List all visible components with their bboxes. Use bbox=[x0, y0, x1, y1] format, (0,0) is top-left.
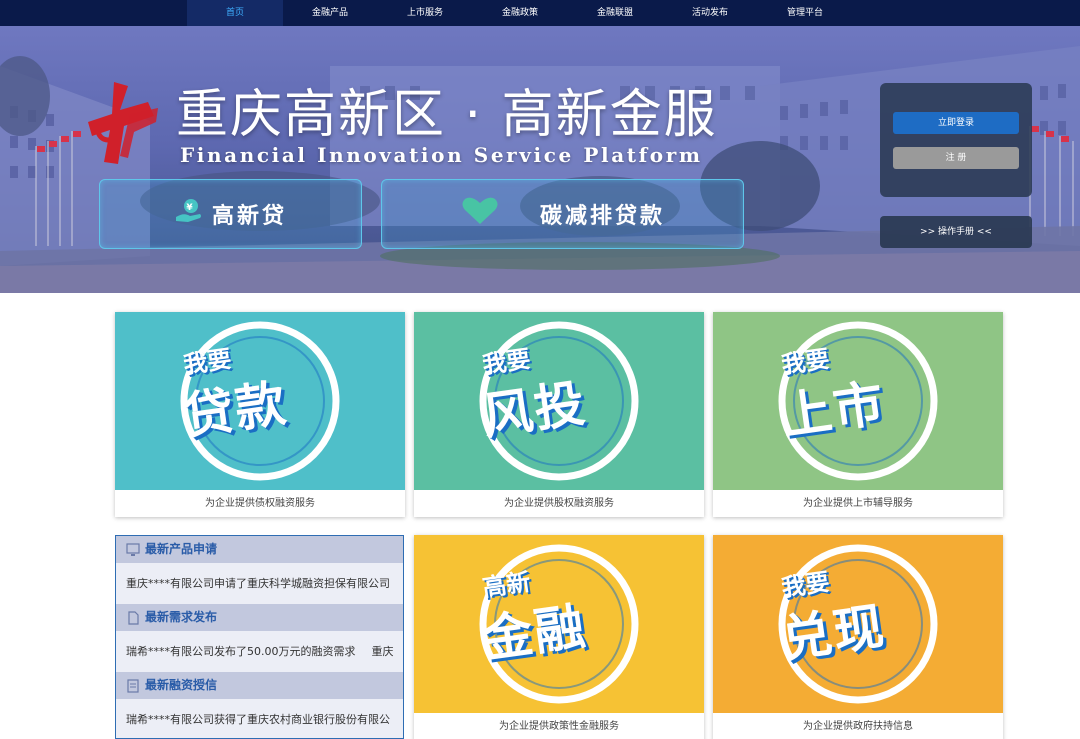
news-row-credit[interactable]: 瑞希****有限公司获得了重庆农村商业银行股份有限公 bbox=[116, 699, 403, 739]
card-cashout[interactable]: 我要 兑现 为企业提供政府扶持信息 bbox=[713, 535, 1003, 739]
card-loan-main: 贷款 bbox=[180, 374, 292, 446]
page: 首页 金融产品 上市服务 金融政策 金融联盟 活动发布 管理平台 重庆高新区 ·… bbox=[0, 0, 1080, 739]
card-finance[interactable]: 高新 金融 为企业提供政策性金融服务 bbox=[414, 535, 704, 739]
card-venture[interactable]: 我要 风投 为企业提供股权融资服务 bbox=[414, 312, 704, 517]
news-title-demands: 最新需求发布 bbox=[145, 610, 218, 624]
document-icon bbox=[126, 610, 140, 629]
news-row-demands[interactable]: 瑞希****有限公司发布了50.00万元的融资需求 重庆 bbox=[116, 631, 403, 672]
top-nav: 首页 金融产品 上市服务 金融政策 金融联盟 活动发布 管理平台 bbox=[0, 0, 1080, 26]
card-venture-art: 我要 风投 bbox=[414, 312, 704, 490]
news-head-products: 最新产品申请 bbox=[116, 536, 403, 563]
news-row-products[interactable]: 重庆****有限公司申请了重庆科学城融资担保有限公司 bbox=[116, 563, 403, 604]
card-cashout-caption: 为企业提供政府扶持信息 bbox=[803, 721, 913, 732]
card-loan[interactable]: 我要 贷款 为企业提供债权融资服务 bbox=[115, 312, 405, 517]
nav-item-products[interactable]: 金融产品 bbox=[282, 0, 378, 26]
news-tail-demands: 重庆 bbox=[371, 645, 394, 658]
nav-item-admin[interactable]: 管理平台 bbox=[757, 0, 853, 26]
login-button[interactable]: 立即登录 bbox=[893, 112, 1019, 134]
card-cashout-art: 我要 兑现 bbox=[713, 535, 1003, 713]
loan-banner-label: 高新贷 bbox=[211, 204, 287, 229]
card-listing-caption: 为企业提供上市辅导服务 bbox=[803, 498, 913, 509]
card-loan-art: 我要 贷款 bbox=[115, 312, 405, 490]
news-head-demands: 最新需求发布 bbox=[116, 604, 403, 631]
card-finance-main: 金融 bbox=[479, 597, 591, 669]
hand-coin-icon: ¥ bbox=[174, 198, 204, 230]
card-listing[interactable]: 我要 上市 为企业提供上市辅导服务 bbox=[713, 312, 1003, 517]
card-listing-art: 我要 上市 bbox=[713, 312, 1003, 490]
loan-banner-button[interactable]: ¥ 高新贷 bbox=[99, 179, 362, 249]
card-venture-caption: 为企业提供股权融资服务 bbox=[504, 498, 614, 509]
news-head-credit: 最新融资授信 bbox=[116, 672, 403, 699]
nav-item-alliance[interactable]: 金融联盟 bbox=[567, 0, 663, 26]
login-panel: 立即登录 注 册 bbox=[880, 83, 1032, 197]
manual-button[interactable]: >> 操作手册 << bbox=[880, 216, 1032, 248]
register-button[interactable]: 注 册 bbox=[893, 147, 1019, 169]
nav-item-home[interactable]: 首页 bbox=[187, 0, 283, 26]
news-text-credit: 瑞希****有限公司获得了重庆农村商业银行股份有限公 bbox=[126, 713, 390, 726]
card-venture-main: 风投 bbox=[479, 374, 591, 446]
hero-subtitle: Financial Innovation Service Platform bbox=[180, 143, 703, 167]
card-cashout-main: 兑现 bbox=[778, 597, 890, 669]
monitor-icon bbox=[126, 542, 140, 561]
hero-title: 重庆高新区 · 高新金服 bbox=[176, 85, 718, 145]
carbon-loan-banner-label: 碳减排贷款 bbox=[539, 204, 665, 229]
news-panel: 最新产品申请 重庆****有限公司申请了重庆科学城融资担保有限公司 最新需求发布… bbox=[115, 535, 404, 739]
news-title-credit: 最新融资授信 bbox=[145, 678, 218, 692]
card-finance-caption: 为企业提供政策性金融服务 bbox=[499, 721, 619, 732]
card-loan-caption: 为企业提供债权融资服务 bbox=[205, 498, 315, 509]
heart-icon bbox=[460, 196, 500, 232]
card-finance-art: 高新 金融 bbox=[414, 535, 704, 713]
card-listing-main: 上市 bbox=[778, 374, 890, 446]
nav-item-listing[interactable]: 上市服务 bbox=[377, 0, 473, 26]
hero-banner: 重庆高新区 · 高新金服 Financial Innovation Servic… bbox=[0, 26, 1080, 293]
nav-item-policy[interactable]: 金融政策 bbox=[472, 0, 568, 26]
receipt-icon bbox=[126, 678, 140, 697]
news-title-products: 最新产品申请 bbox=[145, 542, 218, 556]
news-text-demands: 瑞希****有限公司发布了50.00万元的融资需求 bbox=[126, 645, 356, 658]
news-text-products: 重庆****有限公司申请了重庆科学城融资担保有限公司 bbox=[126, 577, 390, 590]
logo-icon bbox=[88, 82, 158, 164]
svg-text:¥: ¥ bbox=[186, 203, 195, 213]
carbon-loan-banner-button[interactable]: 碳减排贷款 bbox=[381, 179, 744, 249]
nav-item-events[interactable]: 活动发布 bbox=[662, 0, 758, 26]
